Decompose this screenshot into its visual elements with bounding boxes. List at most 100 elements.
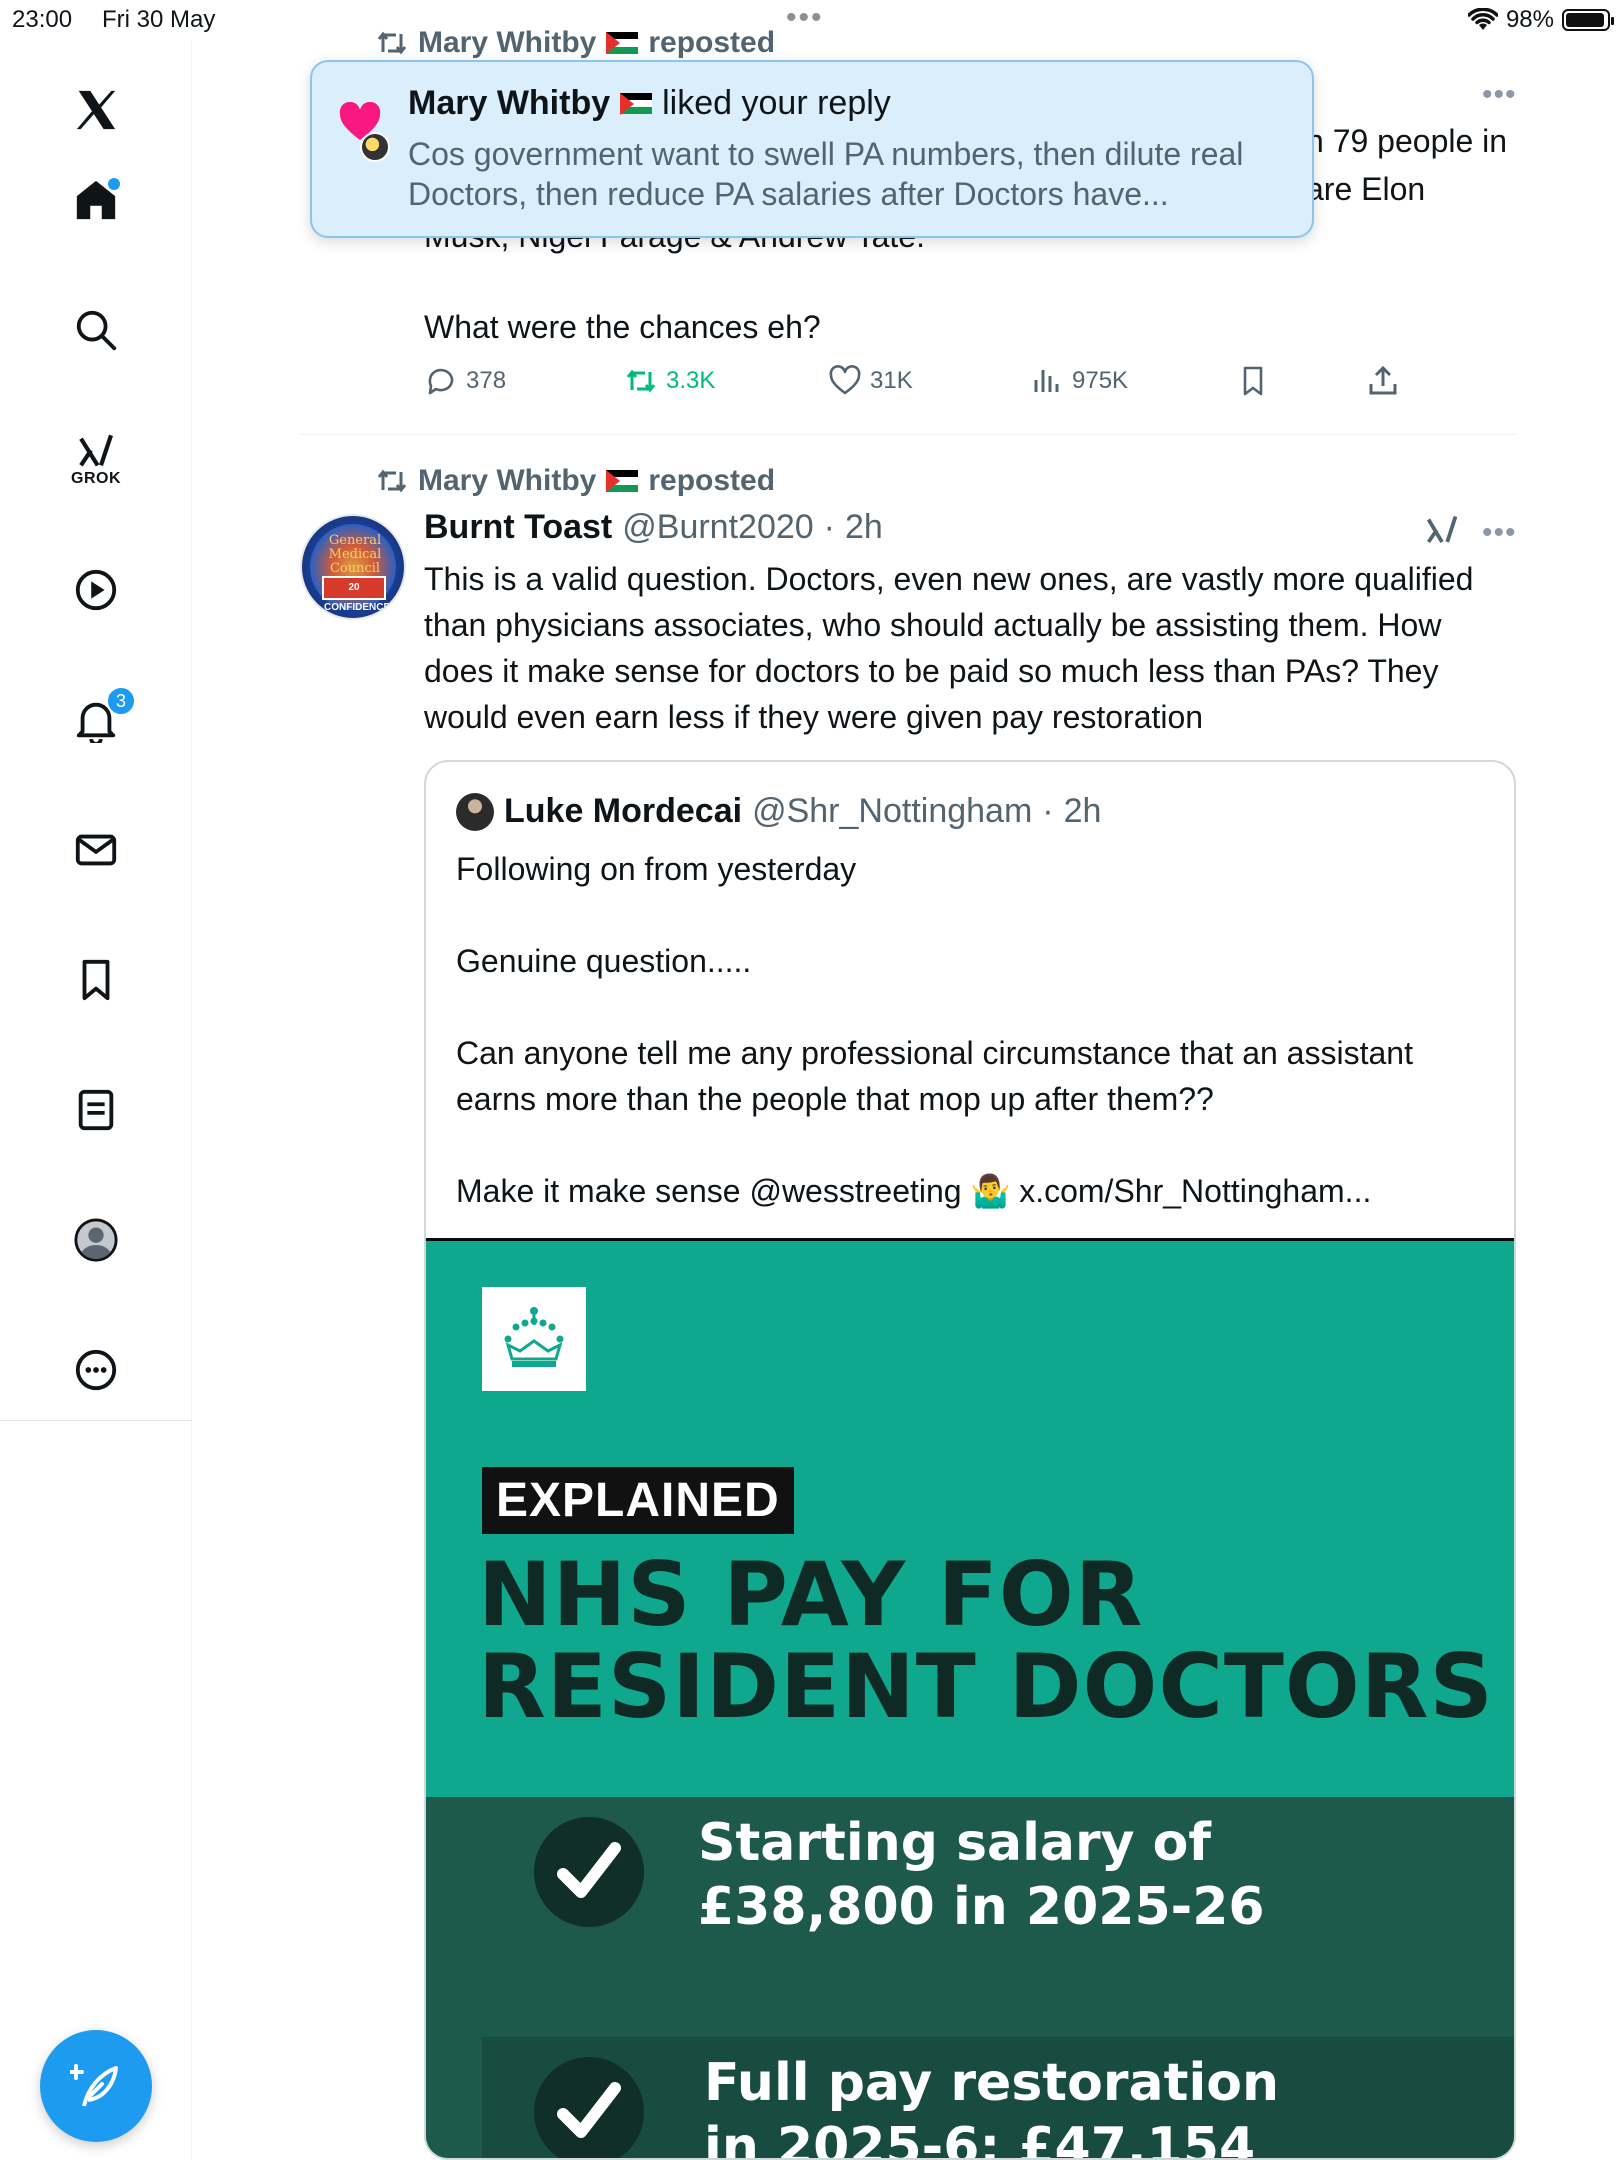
avatar-text: General Medical Council: [328, 533, 382, 576]
quote-time: 2h: [1063, 792, 1102, 830]
reply-icon: [428, 368, 454, 395]
palestine-flag-icon: [606, 32, 639, 54]
toast-avatar: [360, 132, 390, 162]
crest-icon: [482, 1287, 586, 1391]
status-right: 98%: [1467, 6, 1614, 34]
repost-line-top: Mary Whitby reposted: [376, 26, 775, 60]
tweet-more-icon-top[interactable]: •••: [1482, 78, 1517, 112]
views-button[interactable]: 975K: [1030, 364, 1128, 398]
status-date: Fri 30 May: [102, 6, 216, 33]
avatar-plate: 20 CONFIDENCE: [322, 576, 390, 613]
image-headline: NHS PAY FOR RESIDENT DOCTORS: [478, 1549, 1494, 1733]
grok-icon[interactable]: GROK: [56, 420, 136, 500]
like-icon: [829, 365, 861, 395]
avatar[interactable]: General Medical Council 20 CONFIDENCE: [300, 514, 406, 620]
top-tweet-partial-line-1: n 79 people in: [1306, 123, 1508, 159]
bell-icon[interactable]: 3: [56, 680, 136, 760]
tweet-header: Burnt Toast @Burnt2020 · 2h: [424, 508, 883, 547]
toast-body: Cos government want to swell PA numbers,…: [408, 136, 1244, 212]
bookmark-icon: [1243, 366, 1263, 396]
top-tweet-actions: 378 3.3K 31K 975K: [424, 364, 1404, 408]
check-icon: [534, 1817, 644, 1927]
battery-icon: [1562, 9, 1614, 31]
toast-user: Mary Whitby: [408, 84, 611, 122]
quote-avatar[interactable]: [456, 792, 494, 831]
multitasking-dots[interactable]: •••: [786, 3, 824, 33]
share-icon: [1369, 365, 1397, 395]
image-headline-line: RESIDENT DOCTORS: [478, 1635, 1494, 1738]
like-count: 31K: [870, 367, 913, 394]
image-point-2-line-1: Full pay restoration: [704, 2053, 1280, 2113]
tweet-more-icon[interactable]: •••: [1482, 516, 1517, 550]
repost-user[interactable]: Mary Whitby: [418, 26, 596, 60]
views-icon: [1034, 370, 1059, 392]
quote-author-handle[interactable]: @Shr_Nottingham: [752, 792, 1032, 831]
top-tweet-partial-line-2: are Elon: [1306, 171, 1426, 207]
reply-button[interactable]: 378: [424, 364, 506, 398]
image-point-1: Starting salary of £38,800 in 2025-26: [698, 1811, 1265, 1939]
avatar-plate-text: 20 CONFIDENCE: [324, 582, 391, 613]
repost-label: reposted: [648, 464, 776, 497]
search-icon[interactable]: [56, 290, 136, 370]
repost-count: 3.3K: [666, 367, 716, 394]
tweet-time[interactable]: 2h: [845, 508, 883, 547]
repost-user[interactable]: Mary Whitby: [418, 464, 596, 498]
quote-dot-separator: ·: [1042, 792, 1054, 830]
quote-line: Following on from yesterday: [456, 851, 857, 887]
author-handle[interactable]: @Burnt2020: [622, 508, 813, 547]
grok-explain-icon[interactable]: [1424, 512, 1460, 553]
share-button[interactable]: [1366, 364, 1400, 398]
more-icon[interactable]: [56, 1330, 136, 1410]
top-tweet-text: What were the chances eh?: [424, 309, 821, 345]
profile-icon[interactable]: [56, 1200, 136, 1280]
image-point-1-line-2: £38,800 in 2025-26: [698, 1877, 1265, 1937]
image-band: Starting salary of £38,800 in 2025-26 Fu…: [426, 1797, 1514, 2160]
status-bar: 23:00 Fri 30 May ••• 98%: [0, 0, 1620, 40]
compose-button[interactable]: [40, 2030, 152, 2142]
image-point-1-line-1: Starting salary of: [698, 1813, 1212, 1873]
sidebar: GROK 3: [0, 40, 192, 2160]
x-logo-icon[interactable]: [56, 70, 136, 150]
like-button[interactable]: 31K: [828, 364, 913, 398]
palestine-flag-icon: [620, 92, 653, 115]
image-point-2: Full pay restoration in 2025-6: £47,154: [704, 2051, 1280, 2160]
quote-line: Can anyone tell me any professional circ…: [456, 1035, 1413, 1117]
repost-icon: [377, 31, 407, 55]
quote-media-image[interactable]: EXPLAINED NHS PAY FOR RESIDENT DOCTORS S…: [426, 1238, 1514, 2160]
bookmark-button[interactable]: [1236, 364, 1270, 398]
check-icon: [534, 2057, 644, 2158]
repost-line: Mary Whitby reposted: [376, 464, 775, 498]
compose-icon: [70, 2064, 118, 2107]
quote-text: Following on from yesterday Genuine ques…: [456, 846, 1486, 1214]
views-count: 975K: [1072, 367, 1129, 394]
image-headline-line: NHS PAY FOR: [478, 1543, 1144, 1646]
image-point-2-line-2: in 2025-6: £47,154: [704, 2117, 1256, 2160]
repost-label: reposted: [648, 26, 776, 59]
battery-percent: 98%: [1505, 6, 1554, 33]
tweet-text: This is a valid question. Doctors, even …: [424, 561, 1474, 735]
quote-line: Genuine question.....: [456, 943, 752, 979]
notifications-badge: 3: [106, 686, 136, 716]
home-unread-dot: [108, 178, 120, 190]
quote-line-link[interactable]: Make it make sense @wesstreeting 🤷‍♂️ x.…: [456, 1168, 1486, 1214]
author-name[interactable]: Burnt Toast: [424, 508, 612, 547]
home-icon[interactable]: [56, 160, 136, 240]
repost-icon: [377, 469, 407, 493]
bookmark-icon[interactable]: [56, 940, 136, 1020]
sidebar-divider: [0, 1420, 192, 1421]
mail-icon[interactable]: [56, 810, 136, 890]
repost-button[interactable]: 3.3K: [624, 364, 715, 398]
lists-icon[interactable]: [56, 1070, 136, 1150]
toast-title: Mary Whitby liked your reply: [408, 84, 891, 123]
quote-header: Luke Mordecai @Shr_Nottingham · 2h: [456, 792, 1101, 831]
tweet-separator: [300, 434, 1516, 435]
toast-action: liked your reply: [662, 84, 891, 122]
palestine-flag-icon: [606, 470, 639, 492]
video-icon[interactable]: [56, 550, 136, 630]
notification-toast[interactable]: Mary Whitby liked your reply Cos governm…: [310, 60, 1314, 238]
image-tag: EXPLAINED: [482, 1467, 794, 1534]
quote-author-name[interactable]: Luke Mordecai: [504, 792, 742, 831]
wifi-icon: [1467, 8, 1498, 30]
quote-tweet-card[interactable]: Luke Mordecai @Shr_Nottingham · 2h Follo…: [424, 760, 1516, 2160]
reply-count: 378: [466, 367, 507, 394]
